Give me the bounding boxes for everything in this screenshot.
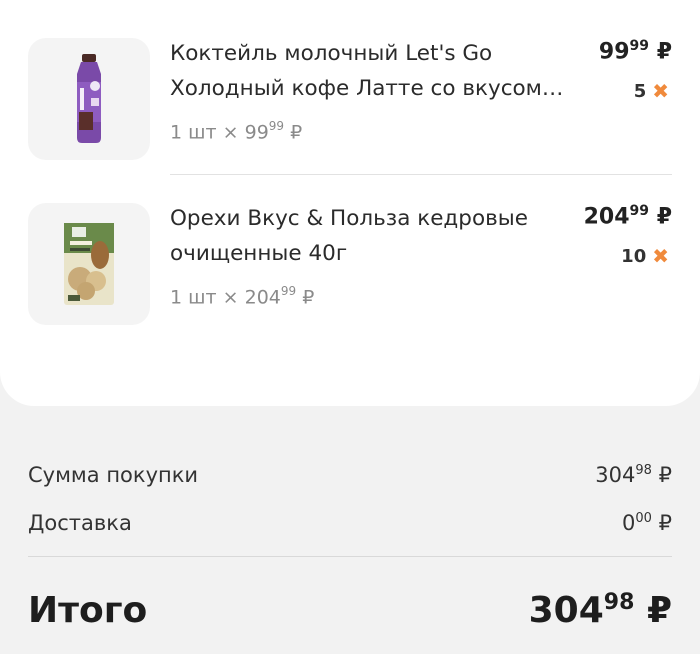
unit-price-cents: 99 <box>268 119 285 133</box>
times-sign: × <box>222 286 239 309</box>
product-image[interactable] <box>28 203 150 325</box>
delivery-label: Доставка <box>28 511 132 535</box>
cart-item[interactable]: Орехи Вкус & Польза кедровые очищенные 4… <box>0 175 700 340</box>
total-main: 304 <box>528 590 604 631</box>
delivery-main: 0 <box>622 511 636 535</box>
total-row: Итого 30498 ₽ <box>28 590 672 631</box>
currency-sign: ₽ <box>656 39 672 65</box>
currency-sign: ₽ <box>658 511 672 535</box>
total-cents: 98 <box>603 590 635 615</box>
product-name[interactable]: Коктейль молочный Let's Go Холодный кофе… <box>170 36 575 106</box>
delivery-row: Доставка 000 ₽ <box>28 511 672 535</box>
item-price: 9999 ₽ <box>599 38 672 64</box>
purchase-sum-label: Сумма покупки <box>28 463 199 487</box>
bonus-value: 5 <box>633 80 647 102</box>
item-price: 20499 ₽ <box>584 203 672 229</box>
bonus-points: 10 ✖ <box>621 244 669 268</box>
cart-items-card: Коктейль молочный Let's Go Холодный кофе… <box>0 0 700 406</box>
coffee-latte-bottle-icon <box>77 54 101 143</box>
quantity-text: 1 шт <box>170 286 217 309</box>
quantity-line: 1 шт × 9999 ₽ <box>170 119 303 144</box>
currency-sign: ₽ <box>302 286 315 309</box>
price-main: 99 <box>598 39 630 65</box>
bonus-x-icon: ✖ <box>652 79 669 103</box>
times-sign: × <box>222 121 239 144</box>
product-name[interactable]: Орехи Вкус & Польза кедровые очищенные 4… <box>170 201 575 271</box>
unit-price-main: 99 <box>244 121 269 144</box>
purchase-sum-row: Сумма покупки 30498 ₽ <box>28 463 672 487</box>
currency-sign: ₽ <box>658 463 672 487</box>
quantity-text: 1 шт <box>170 121 217 144</box>
unit-price-main: 204 <box>244 286 281 309</box>
pine-nuts-package-icon <box>64 223 114 305</box>
currency-sign: ₽ <box>646 590 672 631</box>
price-cents: 99 <box>629 38 650 54</box>
price-main: 204 <box>583 204 630 230</box>
purchase-sum-value: 30498 ₽ <box>595 463 672 487</box>
bonus-x-icon: ✖ <box>652 244 669 268</box>
summary-divider <box>28 556 672 557</box>
cart-item[interactable]: Коктейль молочный Let's Go Холодный кофе… <box>0 0 700 165</box>
quantity-line: 1 шт × 20499 ₽ <box>170 284 315 309</box>
currency-sign: ₽ <box>290 121 303 144</box>
purchase-main: 304 <box>595 463 636 487</box>
price-cents: 99 <box>629 203 650 219</box>
delivery-value: 000 ₽ <box>622 511 672 535</box>
total-label: Итого <box>28 590 148 631</box>
bonus-value: 10 <box>621 245 647 267</box>
purchase-cents: 98 <box>635 463 652 478</box>
total-value: 30498 ₽ <box>529 590 672 631</box>
unit-price-cents: 99 <box>280 284 297 298</box>
bonus-points: 5 ✖ <box>634 79 669 103</box>
delivery-cents: 00 <box>635 511 652 526</box>
currency-sign: ₽ <box>656 204 672 230</box>
product-image[interactable] <box>28 38 150 160</box>
